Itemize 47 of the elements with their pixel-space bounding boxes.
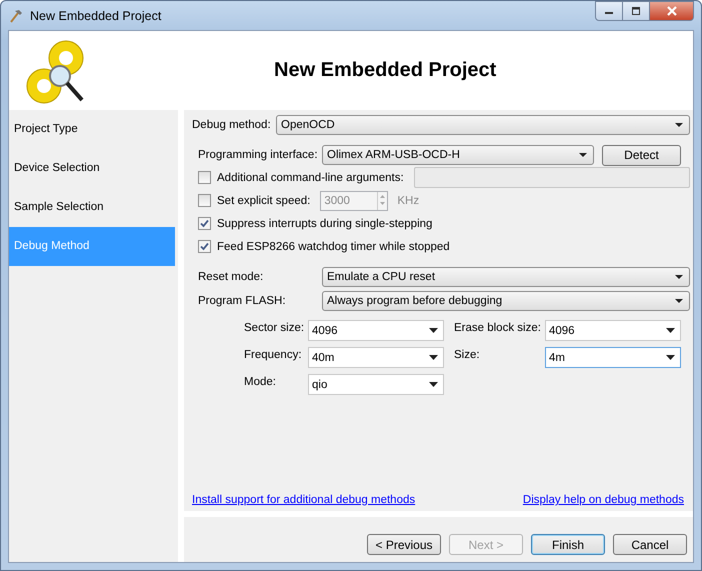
- value-dropdown[interactable]: 40m: [308, 347, 444, 368]
- checkbox[interactable]: [198, 217, 211, 230]
- field-label: Sector size:: [244, 321, 306, 334]
- checkbox-label: Suppress interrupts during single-stepping: [217, 218, 432, 230]
- sidebar-item[interactable]: Sample Selection: [9, 188, 175, 227]
- wizard-button[interactable]: Finish: [531, 534, 605, 555]
- checkbox[interactable]: [198, 240, 211, 253]
- sidebar-item[interactable]: Device Selection: [9, 149, 175, 188]
- link[interactable]: Install support for additional debug methods: [192, 494, 416, 506]
- minimize-button[interactable]: [595, 1, 623, 21]
- field-label: Frequency:: [244, 348, 303, 361]
- caret-icon: [666, 328, 675, 333]
- field-label: Program FLASH:: [198, 295, 287, 307]
- value-dropdown[interactable]: qio: [308, 374, 444, 395]
- maximize-icon: [631, 7, 641, 15]
- wizard-button[interactable]: Cancel: [613, 534, 687, 555]
- interface-dropdown[interactable]: Olimex ARM-USB-OCD-H: [322, 145, 594, 165]
- field-label: Programming interface:: [198, 149, 319, 161]
- window-title: New Embedded Project: [30, 8, 162, 22]
- field-label: Erase block size:: [454, 321, 542, 334]
- checkbox-label: Feed ESP8266 watchdog timer while stopped: [217, 240, 450, 252]
- field-label: Mode:: [244, 375, 277, 388]
- field-label: Size:: [454, 348, 481, 361]
- checkbox-label: Additional command-line arguments:: [217, 172, 404, 184]
- detect-button[interactable]: Detect: [602, 144, 681, 166]
- program-flash-dropdown[interactable]: Always program before debugging: [322, 291, 690, 311]
- link[interactable]: Display help on debug methods: [522, 494, 684, 506]
- caret-icon: [666, 355, 675, 360]
- unit-label: KHz: [397, 194, 420, 206]
- caret-icon: [429, 382, 438, 387]
- value-dropdown[interactable]: 4096: [308, 320, 444, 341]
- field-label: Reset mode:: [198, 271, 264, 283]
- hammer-icon: [8, 8, 24, 24]
- caret-icon: [429, 328, 438, 333]
- field-label: Debug method:: [192, 119, 272, 131]
- value-dropdown[interactable]: 4m: [545, 347, 681, 368]
- value-dropdown[interactable]: 4096: [545, 320, 681, 341]
- sidebar-item[interactable]: Project Type: [9, 110, 175, 149]
- wizard-button[interactable]: < Previous: [367, 534, 441, 555]
- reset-mode-dropdown[interactable]: Emulate a CPU reset: [322, 267, 690, 287]
- page-title: New Embedded Project: [274, 59, 496, 82]
- close-button[interactable]: [650, 1, 694, 21]
- checkbox-label: Set explicit speed:: [217, 194, 310, 206]
- caret-icon: [429, 355, 438, 360]
- maximize-button[interactable]: [623, 1, 650, 21]
- close-icon: [666, 6, 678, 16]
- debug-method-dropdown[interactable]: OpenOCD: [276, 115, 690, 135]
